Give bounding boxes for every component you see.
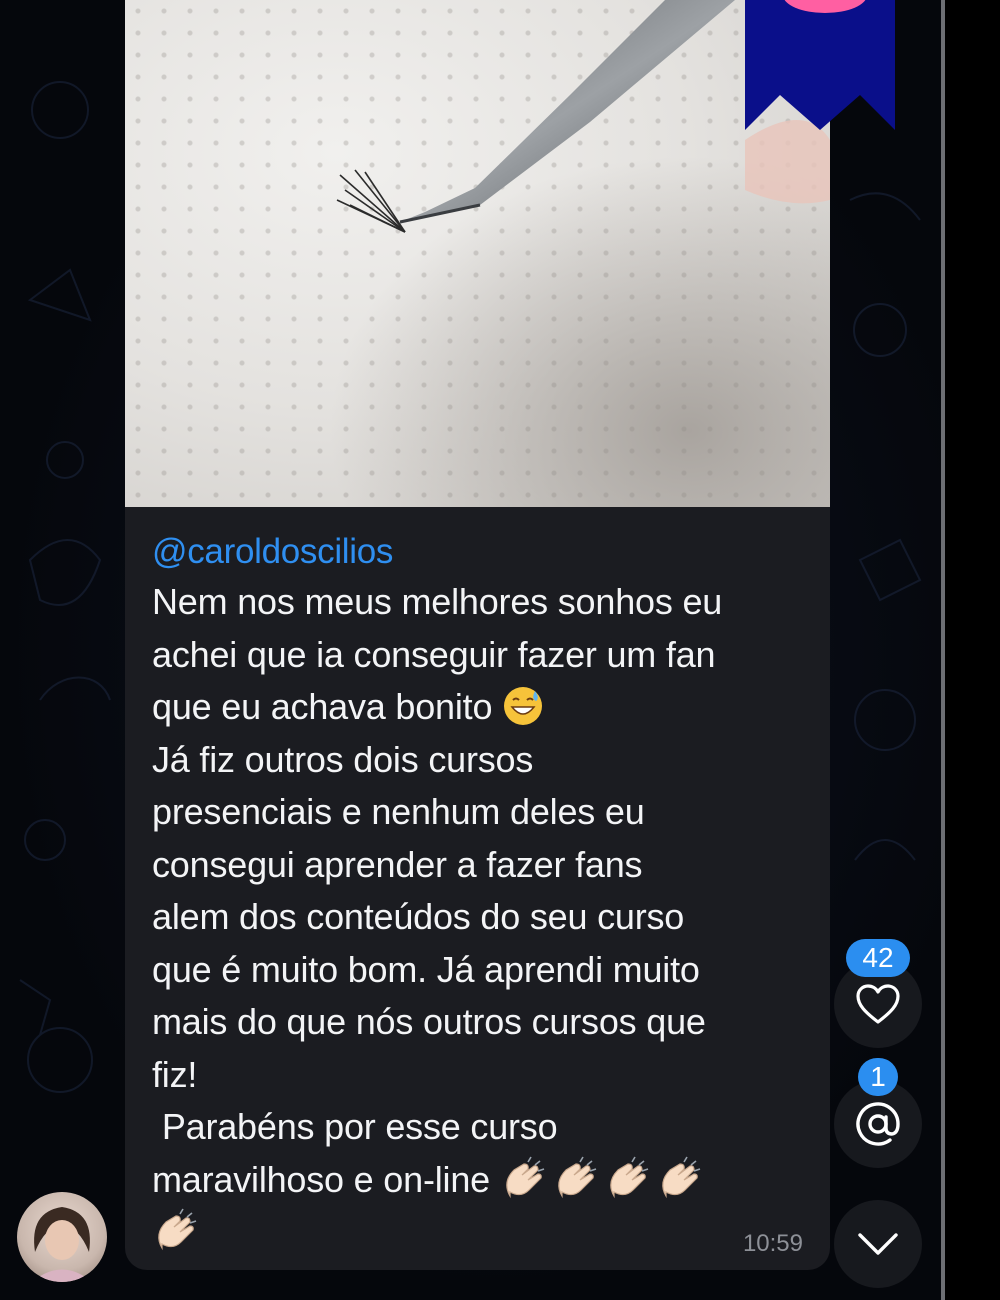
message-time: 10:59 — [742, 1230, 803, 1257]
message-line: que eu achava bonito — [152, 681, 812, 734]
mentions-count-badge: 1 — [858, 1058, 898, 1096]
likes-count-badge: 42 — [846, 939, 910, 977]
window-border — [945, 0, 1000, 1300]
message-bubble[interactable]: @caroldoscilios Nem nos meus melhores so… — [125, 0, 830, 1270]
chat-screen: @caroldoscilios Nem nos meus melhores so… — [0, 0, 1000, 1300]
clapping-hands-emoji-icon — [610, 1156, 649, 1198]
message-photo[interactable] — [125, 0, 830, 507]
avatar[interactable] — [17, 1192, 107, 1282]
message-line: Já fiz outros dois cursos — [152, 738, 534, 780]
clapping-hands-emoji-icon — [662, 1156, 701, 1198]
message-line: que é muito bom. Já aprendi muito — [152, 948, 700, 990]
message-line: maravilhoso e on-line — [152, 1154, 812, 1207]
message-line — [152, 1206, 812, 1259]
scroll-down-button[interactable] — [834, 1200, 922, 1288]
message-line: Nem nos meus melhores sonhos eu — [152, 581, 723, 622]
message-line: alem dos conteúdos do seu curso — [152, 896, 685, 937]
clapping-hands-emoji-icon — [506, 1156, 545, 1198]
message-content: @caroldoscilios Nem nos meus melhores so… — [152, 528, 812, 1259]
message-line: mais do que nós outros cursos que — [152, 1001, 706, 1042]
tweezers-image — [336, 0, 830, 233]
bookmark-ribbon-icon — [745, 0, 895, 130]
avatar-portrait — [32, 1207, 92, 1282]
message-line: presenciais e nenhum deles eu — [152, 791, 645, 832]
clapping-hands-emoji-icon — [158, 1208, 197, 1251]
message-line: consegui aprender a fazer fans — [152, 843, 643, 885]
grinning-sweat-emoji-icon — [504, 687, 543, 725]
heart-icon — [856, 984, 900, 1024]
clapping-hands-emoji-icon — [558, 1156, 597, 1198]
chevron-down-icon — [858, 1233, 898, 1255]
message-text: Nem nos meus melhores sonhos eu achei que… — [152, 576, 812, 1259]
message-line-text: maravilhoso e on-line — [152, 1158, 490, 1200]
message-line-text: achei que ia conseguir fazer um fan — [152, 633, 716, 675]
message-line-text: que eu achava bonito — [152, 686, 493, 727]
message-line: achei que ia conseguir fazer um fan — [152, 629, 812, 682]
at-icon — [856, 1102, 900, 1146]
message-line: fiz! — [152, 1053, 198, 1095]
message-line: Parabéns por esse curso — [152, 1106, 558, 1147]
sender-name[interactable]: @caroldoscilios — [152, 528, 812, 576]
